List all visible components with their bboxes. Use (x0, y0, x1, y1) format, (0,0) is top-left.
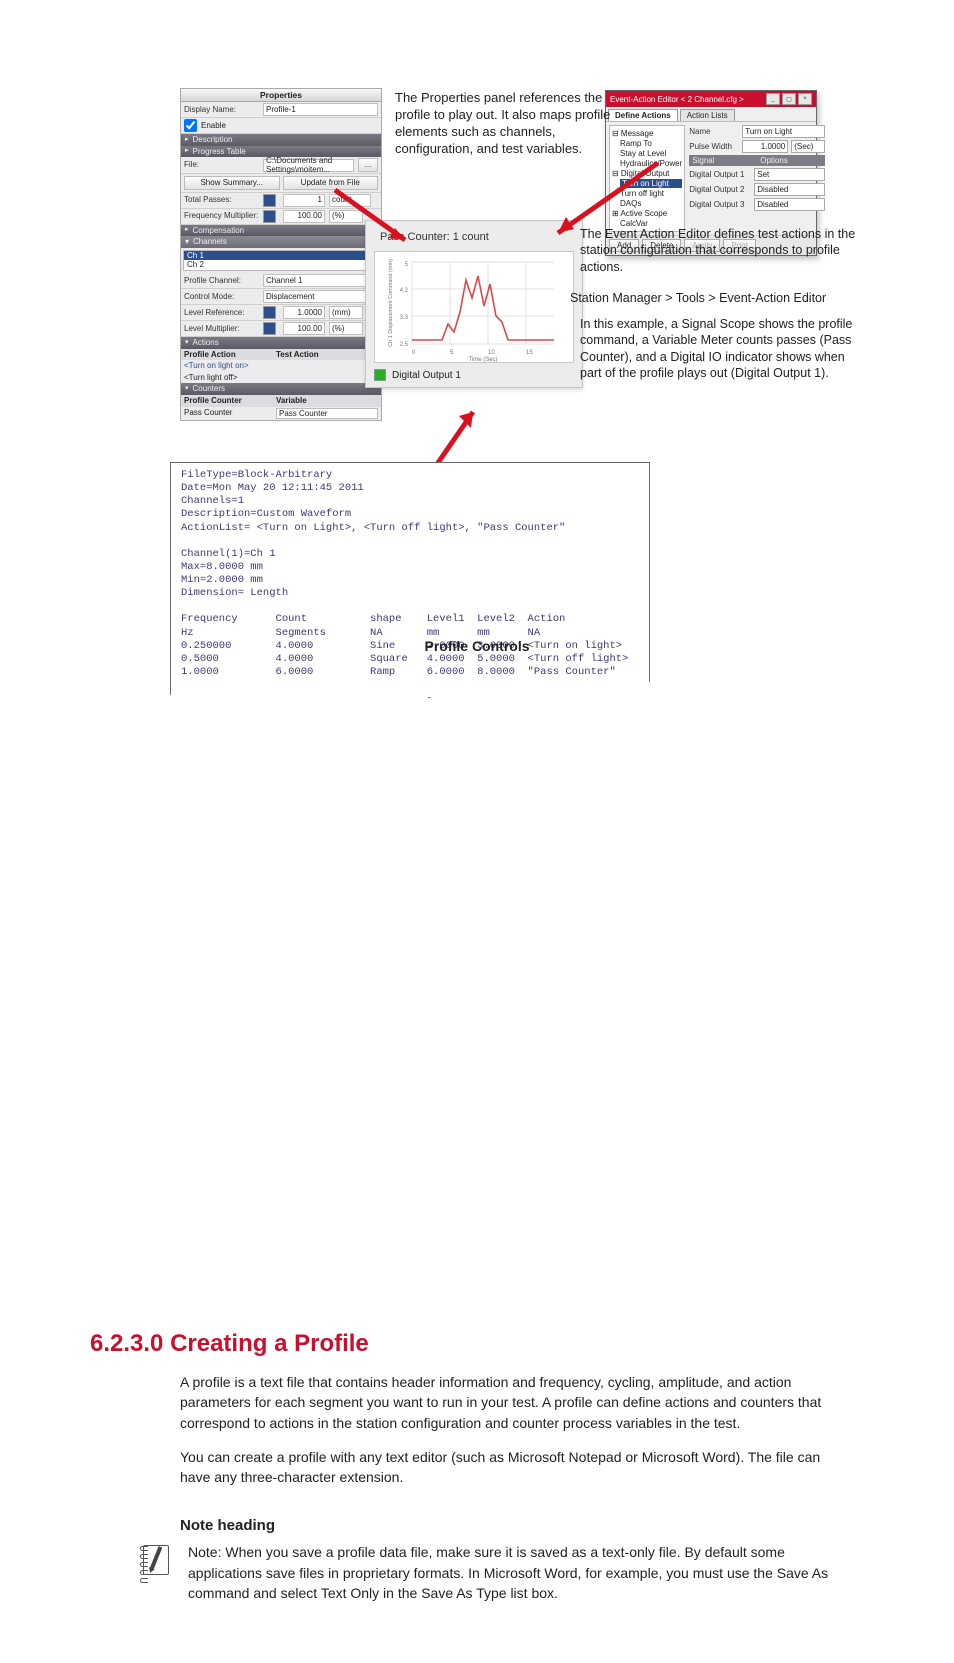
channel-row-1[interactable]: Ch 1 (184, 251, 378, 261)
enable-label: Enable (201, 121, 226, 131)
total-passes-field[interactable]: 1 (283, 194, 325, 207)
lock-icon[interactable] (263, 322, 276, 335)
display-name-field[interactable]: Profile-1 (263, 103, 378, 116)
y-axis-label: Ch 1 Displacement Command (mm) (388, 259, 394, 347)
section-heading: 6.2.3.0 Creating a Profile (90, 1330, 894, 1358)
body-paragraph-1: A profile is a text file that contains h… (180, 1372, 834, 1433)
update-from-file-button[interactable]: Update from File (283, 176, 379, 190)
annotation-path: Station Manager > Tools > Event-Action E… (570, 290, 860, 306)
file-browse-button[interactable]: ... (358, 158, 378, 172)
annotation-eae: The Event Action Editor defines test act… (580, 226, 860, 275)
figure-caption: Profile Controls (60, 638, 894, 654)
counters-row[interactable]: Pass Counter Pass Counter (181, 407, 381, 421)
y-tick: 5 (405, 262, 409, 268)
compensation-section[interactable]: ▸Compensation (181, 225, 381, 237)
minimize-icon[interactable]: _ (766, 93, 780, 105)
freq-mult-field[interactable]: 100.00 (283, 210, 325, 223)
actions-head-1: Profile Action (184, 350, 274, 360)
annotation-example: In this example, a Signal Scope shows th… (580, 316, 860, 381)
control-mode-field[interactable]: Displacement (263, 290, 378, 303)
file-field[interactable]: C:\Documents and Settings\moitem... (263, 159, 354, 172)
x-tick: 15 (526, 350, 533, 356)
y-tick: 4.2 (400, 288, 409, 294)
freq-mult-label: Frequency Multiplier: (184, 211, 259, 221)
profile-channel-field[interactable]: Channel 1 (263, 274, 378, 287)
show-summary-button[interactable]: Show Summary... (184, 176, 280, 190)
actions-row[interactable]: <Turn light off> (181, 372, 381, 384)
level-ref-field[interactable]: 1.0000 (283, 306, 325, 319)
properties-title: Properties (181, 89, 381, 102)
eae-name-field[interactable]: Turn on Light (742, 125, 825, 138)
level-ref-label: Level Reference: (184, 308, 259, 318)
properties-panel: Properties Display Name: Profile-1 Enabl… (180, 88, 382, 421)
level-mult-field[interactable]: 100.00 (283, 322, 325, 335)
note-heading: Note heading (180, 1517, 894, 1534)
note-label: Note: (188, 1544, 221, 1560)
actions-section[interactable]: ▾Actions (181, 337, 381, 349)
freq-mult-unit[interactable]: (%) (329, 210, 363, 223)
level-ref-unit[interactable]: (mm) (329, 306, 363, 319)
actions-row[interactable]: <Turn on light on> (181, 360, 381, 372)
y-tick: 3.3 (400, 315, 409, 321)
lock-icon[interactable] (263, 210, 276, 223)
channel-row-2[interactable]: Ch 2 (184, 260, 378, 270)
eae-options-head: Options (757, 155, 825, 166)
y-tick: 2.5 (400, 342, 409, 348)
lock-icon[interactable] (263, 306, 276, 319)
eae-title: Event-Action Editor < 2 Channel.cfg > (610, 95, 744, 104)
level-mult-unit[interactable]: (%) (329, 322, 363, 335)
signal-scope-plot: 5 4.2 3.3 2.5 0 5 10 15 Time (Sec) Ch 1 … (374, 251, 574, 363)
note-block: Note: When you save a profile data file,… (140, 1542, 834, 1603)
eae-name-label: Name (689, 127, 739, 136)
scope-view: Pass Counter: 1 count 5 4.2 3.3 2.5 0 5 … (365, 220, 583, 388)
control-mode-label: Control Mode: (184, 292, 259, 302)
eae-signal-row[interactable]: Digital Output 1 Set (689, 168, 825, 181)
body-paragraph-2: You can create a profile with any text e… (180, 1447, 834, 1488)
channels-section[interactable]: ▾Channels (181, 236, 381, 248)
maximize-icon[interactable]: ▢ (782, 93, 796, 105)
tree-selected: Turn on Light (620, 179, 682, 188)
eae-pulsewidth-label: Pulse Width (689, 142, 739, 151)
scope-trace (412, 276, 554, 340)
eae-signal-row[interactable]: Digital Output 3 Disabled (689, 198, 825, 211)
scope-legend: Digital Output 1 (374, 363, 574, 381)
note-body: When you save a profile data file, make … (188, 1544, 828, 1601)
x-tick: 0 (412, 350, 416, 356)
level-mult-label: Level Multiplier: (184, 324, 259, 334)
x-tick: 5 (450, 350, 454, 356)
total-passes-label: Total Passes: (184, 195, 259, 205)
counters-head-1: Profile Counter (184, 396, 274, 406)
x-axis-label: Time (Sec) (468, 357, 497, 362)
description-section[interactable]: ▸Description (181, 134, 381, 146)
profile-channel-label: Profile Channel: (184, 276, 259, 286)
close-icon[interactable]: × (798, 93, 812, 105)
counters-head-2: Variable (276, 396, 378, 406)
eae-pulsewidth-field[interactable]: 1.0000 (742, 140, 788, 153)
annotation-properties: The Properties panel references the prof… (395, 90, 625, 158)
eae-pulsewidth-unit[interactable]: (Sec) (791, 140, 825, 153)
enable-checkbox[interactable] (184, 119, 197, 132)
lock-icon[interactable] (263, 194, 276, 207)
file-label: File: (184, 160, 259, 170)
pass-counter-meter: Pass Counter: 1 count (374, 227, 574, 251)
actions-head-2: Test Action (276, 350, 378, 360)
eae-signal-head: Signal (689, 155, 757, 166)
total-passes-unit[interactable]: count (329, 194, 371, 207)
tab-action-lists[interactable]: Action Lists (680, 109, 735, 121)
profile-file-snippet: FileType=Block-Arbitrary Date=Mon May 20… (170, 462, 650, 698)
profile-controls-figure: Properties Display Name: Profile-1 Enabl… (60, 30, 894, 630)
x-tick: 10 (488, 350, 495, 356)
note-icon (140, 1542, 170, 1574)
legend-label: Digital Output 1 (392, 370, 461, 381)
legend-swatch (374, 369, 386, 381)
counters-section[interactable]: ▾Counters (181, 383, 381, 395)
display-name-label: Display Name: (184, 105, 259, 115)
eae-signal-row[interactable]: Digital Output 2 Disabled (689, 183, 825, 196)
